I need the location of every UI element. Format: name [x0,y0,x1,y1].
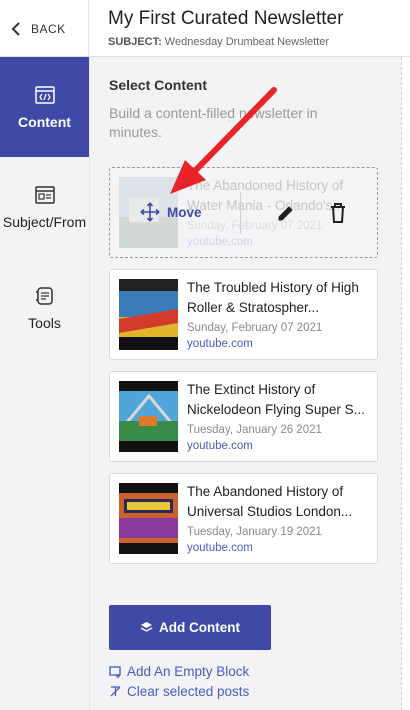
divider [240,192,241,234]
post-source: youtube.com [187,338,253,350]
post-date: Sunday, February 07 2021 [187,322,323,334]
add-empty-block-label: Add An Empty Block [127,664,250,679]
page-title: My First Curated Newsletter [108,8,344,29]
pencil-icon[interactable] [275,202,297,224]
move-label: Move [167,204,202,220]
sidebar-item-label: Content [18,114,71,130]
sidebar-item-label: Tools [28,315,61,331]
post-thumbnail [119,381,178,452]
content-panel: Select Content Build a content-filled ne… [89,57,401,710]
chevron-left-icon [11,21,20,36]
code-window-icon [34,86,55,104]
layers-icon [140,622,153,632]
post-source: youtube.com [187,236,253,248]
subject-line: SUBJECT: Wednesday Drumbeat Newsletter [108,36,329,48]
sidebar: Content Subject/From Tools [0,57,89,710]
post-date: Tuesday, January 19 2021 [187,526,322,538]
sidebar-item-tools[interactable]: Tools [0,258,89,358]
post-card[interactable]: The Abandoned History of Universal Studi… [109,473,378,564]
post-title: The Troubled History of High Roller & St… [187,280,359,315]
back-label: BACK [31,21,66,36]
add-content-button[interactable]: Add Content [109,605,271,650]
sidebar-item-subject-from[interactable]: Subject/From [0,157,89,257]
post-source: youtube.com [187,440,253,452]
move-arrows-icon [140,202,160,222]
sidebar-item-label: Subject/From [2,214,87,230]
move-handle[interactable]: Move [140,202,202,222]
post-card-dragging[interactable]: The Abandoned History of Water Mania - O… [109,167,378,258]
subject-value: Wednesday Drumbeat Newsletter [164,36,330,48]
post-thumbnail [119,279,178,350]
section-description: Build a content-filled newsletter in min… [109,105,318,140]
post-title: The Abandoned History of Universal Studi… [187,484,353,519]
section-title: Select Content [109,77,208,93]
clear-selected-label: Clear selected posts [127,684,250,699]
subject-label: SUBJECT: [108,36,162,48]
post-source: youtube.com [187,542,253,554]
post-date: Sunday, February 07 2021 [187,220,323,232]
header: BACK My First Curated Newsletter SUBJECT… [0,0,410,57]
add-content-label: Add Content [159,620,240,635]
add-block-icon [109,666,121,678]
back-button[interactable]: BACK [0,0,89,57]
post-card[interactable]: The Extinct History of Nickelodeon Flyin… [109,371,378,462]
add-empty-block-link[interactable]: Add An Empty Block [109,664,249,679]
sidebar-item-content[interactable]: Content [0,57,89,157]
post-title: The Extinct History of Nickelodeon Flyin… [187,382,365,417]
trash-icon[interactable] [328,202,348,224]
layout-icon [34,186,55,204]
post-thumbnail [119,483,178,554]
post-date: Tuesday, January 26 2021 [187,424,322,436]
clear-format-icon [110,686,121,697]
post-card[interactable]: The Troubled History of High Roller & St… [109,269,378,360]
tools-icon [35,287,53,305]
scrollbar[interactable] [401,57,410,710]
clear-selected-link[interactable]: Clear selected posts [109,684,249,699]
